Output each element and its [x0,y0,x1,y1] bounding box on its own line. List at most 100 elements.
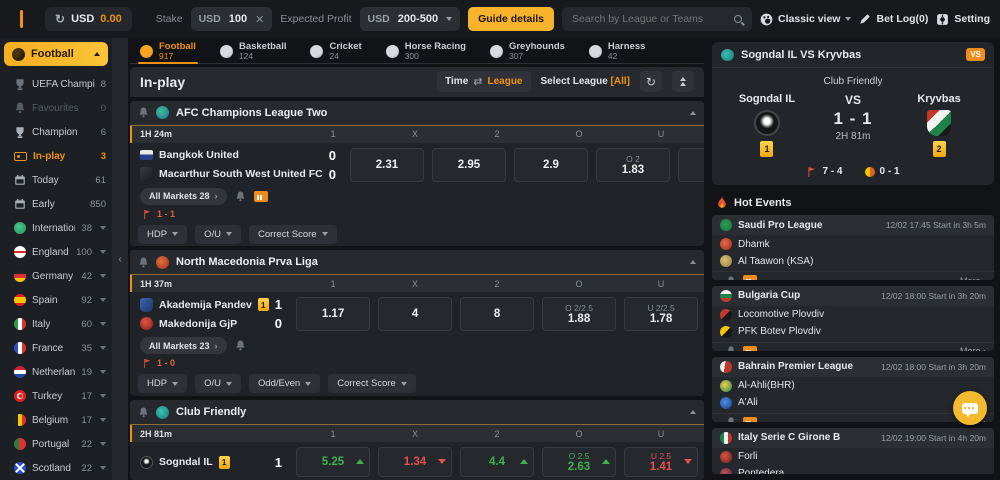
odds-cell-under[interactable]: U 2.51.41 [624,447,698,477]
refresh-button[interactable]: ↻ [640,71,662,92]
bet-log-button[interactable]: Bet Log(0) [859,13,928,25]
bell-icon[interactable] [235,340,246,351]
sidebar-item-netherlands[interactable]: Netherlands 19 [4,360,112,384]
home-team[interactable]: Sogndal IL 1 1 [130,455,296,470]
corners-stat: 7 - 4 [806,166,842,177]
view-selector[interactable]: Classic view [760,13,851,26]
select-league-button[interactable]: Select League [All] [541,76,631,87]
sidebar-item-inplay[interactable]: In-play 3 [4,144,112,168]
sidebar-item-uefa[interactable]: UEFA Champions L... 8 [4,72,112,96]
hot-event[interactable]: Bahrain Premier League 12/02 18:00 Start… [712,357,994,422]
league-header[interactable]: Club Friendly [130,400,704,425]
bell-icon[interactable] [726,276,736,280]
league-header[interactable]: AFC Champions League Two [130,101,704,126]
odds-cell-under[interactable]: U 2/2.51.78 [624,297,698,331]
odds-cell-x[interactable]: 2.95 [432,148,506,182]
stats-icon[interactable] [743,275,757,280]
odds-cell-2[interactable]: 4.4 [460,447,534,477]
odds-cell-1[interactable]: 2.31 [350,148,424,182]
tab-basketball[interactable]: Basketball124 [218,40,289,63]
tab-horse-racing[interactable]: Horse Racing300 [384,40,468,63]
bell-icon[interactable] [138,257,149,268]
sidebar-item-germany[interactable]: Germany 42 [4,264,112,288]
odds-cell-under[interactable]: U 21.99 [678,148,704,182]
home-team[interactable]: Akademija Pandev 1 1 [130,297,296,312]
stake-value[interactable]: 100 [229,13,247,25]
sidebar-item-international[interactable]: International 38 [4,216,112,240]
tab-greyhounds[interactable]: Greyhounds307 [488,40,567,63]
clear-icon[interactable]: ✕ [255,13,264,26]
refresh-icon[interactable]: ↻ [55,13,65,25]
away-team[interactable]: Makedonija GjP 0 [130,316,296,331]
filter-correct-score[interactable]: Correct Score [328,374,416,393]
filter-hdp[interactable]: HDP [138,374,187,393]
hot-event[interactable]: Bulgaria Cup 12/02 18:00 Start in 3h 20m… [712,286,994,351]
sidebar-item-italy[interactable]: Italy 60 [4,312,112,336]
hot-event[interactable]: Italy Serie C Girone B 12/02 19:00 Start… [712,428,994,474]
all-markets-button[interactable]: All Markets 23› [140,337,227,354]
collapse-all-button[interactable] [672,71,694,92]
profit-select[interactable]: USD 200-500 [360,7,461,31]
sidebar-item-champion[interactable]: Champion 6 [4,120,112,144]
guide-details-button[interactable]: Guide details [468,7,554,31]
stake-input[interactable]: USD 100 ✕ [191,7,273,31]
bell-icon[interactable] [138,107,149,118]
odds-cell-over[interactable]: O 2.52.63 [542,447,616,477]
sidebar-item-scotland[interactable]: Scotland 22 [4,456,112,480]
odds-cell-over[interactable]: O 2/2.51.88 [542,297,616,331]
home-team[interactable]: Sogndal IL 1 [726,93,808,157]
away-team[interactable]: Kryvbas 2 [898,93,980,157]
odds-cell-1[interactable]: 5.25 [296,447,370,477]
sidebar-item-england[interactable]: England 100 [4,240,112,264]
sidebar-sport-header[interactable]: Football [4,42,108,66]
search-input[interactable] [572,13,734,25]
sidebar-item-turkey[interactable]: Turkey 17 [4,384,112,408]
filter-ou[interactable]: O/U [195,374,241,393]
odds-cell-over[interactable]: O 21.83 [596,148,670,182]
bell-icon[interactable] [726,346,736,350]
odds-cell-2[interactable]: 8 [460,297,534,331]
filter-ou[interactable]: O/U [195,225,241,244]
chevron-up-icon[interactable] [690,111,696,115]
filter-odd-even[interactable]: Odd/Even [249,374,320,393]
league-header[interactable]: North Macedonia Prva Liga [130,250,704,275]
search-bar[interactable] [562,7,752,31]
sidebar-item-france[interactable]: France 35 [4,336,112,360]
more-button[interactable]: More › [960,276,986,280]
sidebar-item-belgium[interactable]: Belgium 17 [4,408,112,432]
sidebar-item-early[interactable]: Early 850 [4,192,112,216]
odds-cell-x[interactable]: 1.34 [378,447,452,477]
sidebar-item-favourites[interactable]: Favourites 0 [4,96,112,120]
filter-hdp[interactable]: HDP [138,225,187,244]
chevron-up-icon[interactable] [690,410,696,414]
tab-football[interactable]: Football917 [138,40,198,63]
stats-icon[interactable] [254,191,268,202]
time-league-toggle[interactable]: Time ⇄ League [437,71,530,92]
stats-icon[interactable] [743,346,757,351]
chevron-up-icon[interactable] [690,260,696,264]
currency-selector[interactable]: ↻ USD 0.00 [45,7,132,31]
odds-cell-x[interactable]: 4 [378,297,452,331]
more-button[interactable]: More › [960,346,986,350]
odds-cell-2[interactable]: 2.9 [514,148,588,182]
sidebar-item-today[interactable]: Today 61 [4,168,112,192]
all-markets-button[interactable]: All Markets 28› [140,188,227,205]
sidebar-item-portugal[interactable]: Portugal 22 [4,432,112,456]
setting-button[interactable]: Setting [936,13,990,26]
stats-icon[interactable] [743,417,757,422]
sidebar-collapse-handle[interactable]: ‹ [112,38,128,480]
away-team[interactable]: Macarthur South West United FC 0 [130,167,350,182]
bell-icon[interactable] [138,407,149,418]
chat-button[interactable] [953,391,987,425]
hot-event[interactable]: Saudi Pro League 12/02 17:45 Start in 3h… [712,215,994,280]
league-icon [156,106,169,119]
bell-icon[interactable] [726,417,736,421]
home-team[interactable]: Bangkok United 0 [130,148,350,163]
tab-cricket[interactable]: Cricket24 [308,40,363,63]
search-icon[interactable] [734,15,742,23]
sidebar-item-spain[interactable]: Spain 92 [4,288,112,312]
odds-cell-1[interactable]: 1.17 [296,297,370,331]
bell-icon[interactable] [235,191,246,202]
filter-correct-score[interactable]: Correct Score [249,225,337,244]
tab-harness[interactable]: Harness42 [587,40,648,63]
